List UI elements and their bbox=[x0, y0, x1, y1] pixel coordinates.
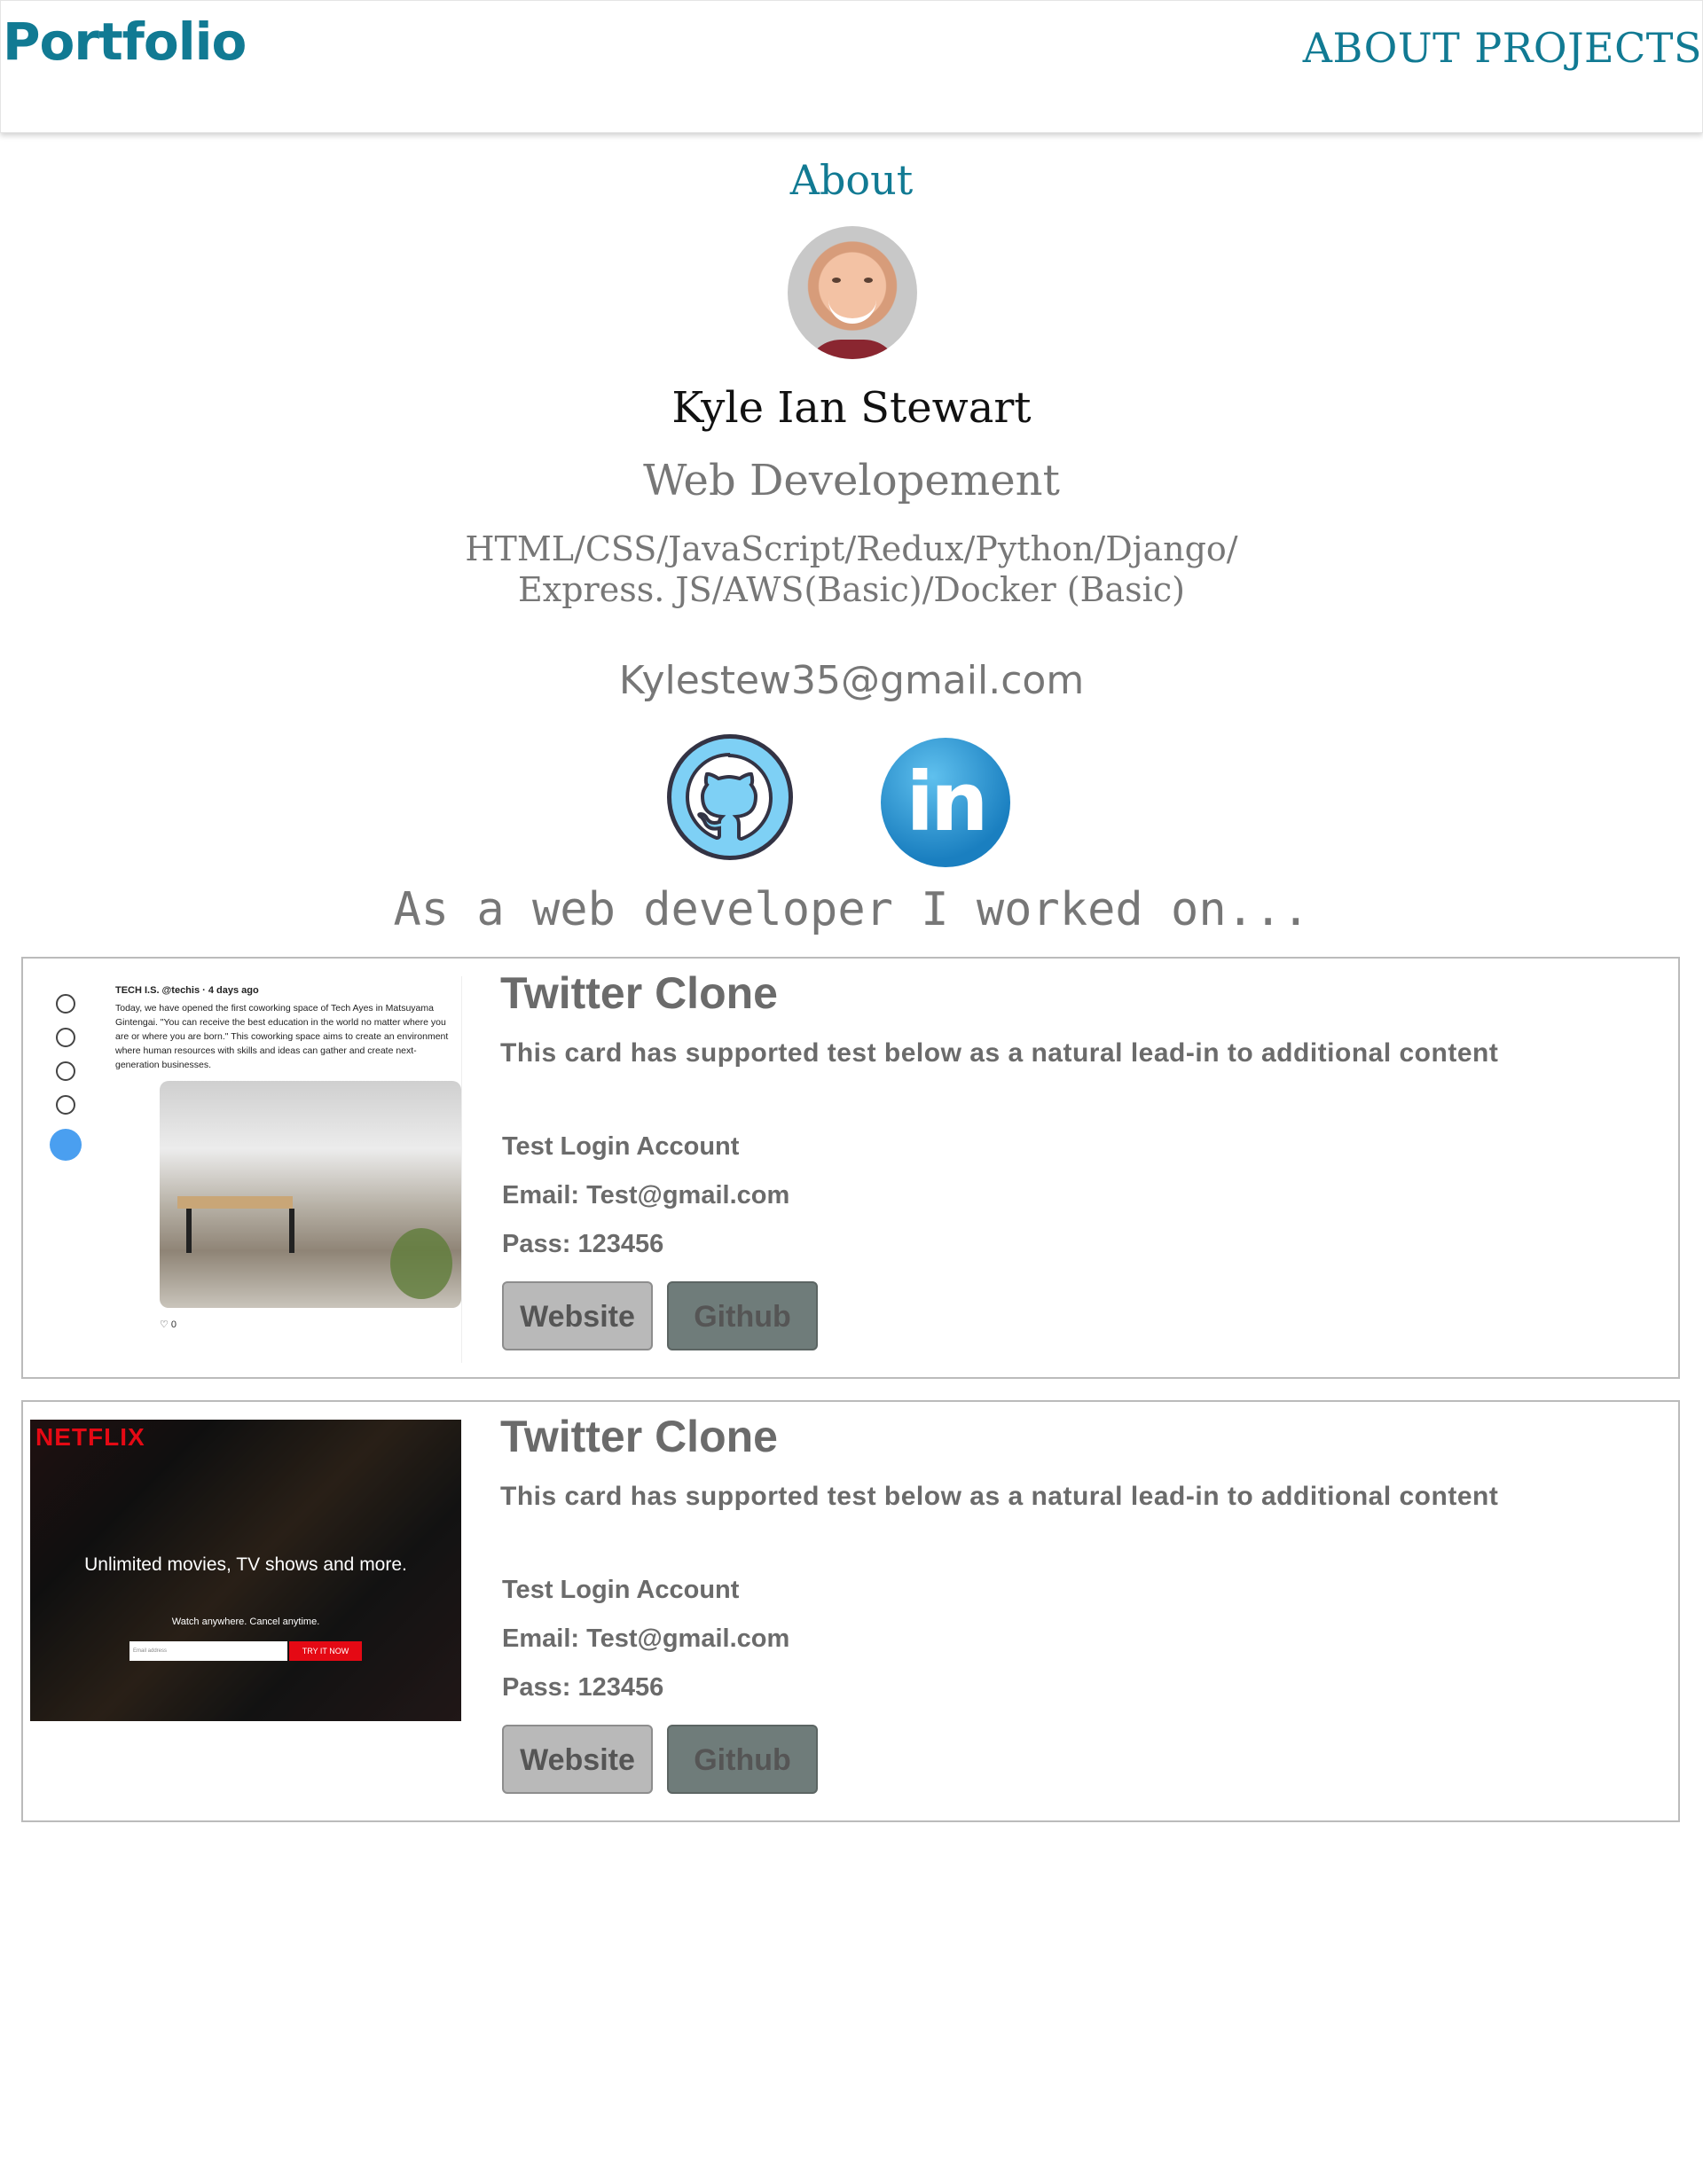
project-thumbnail: NETFLIX Unlimited movies, TV shows and m… bbox=[30, 1420, 461, 1721]
skills-line: Express. JS/AWS(Basic)/Docker (Basic) bbox=[518, 570, 1185, 609]
card-title: Twitter Clone bbox=[500, 968, 778, 1018]
linkedin-icon[interactable]: in bbox=[881, 738, 1010, 867]
profile-email[interactable]: Kylestew35@gmail.com bbox=[0, 658, 1703, 703]
photo-plant bbox=[390, 1228, 452, 1299]
nav-about-link[interactable]: ABOUT bbox=[1303, 24, 1461, 72]
projects-intro: As a web developer I worked on... bbox=[393, 883, 1310, 936]
website-button[interactable]: Website bbox=[502, 1725, 653, 1794]
github-button[interactable]: Github bbox=[667, 1725, 818, 1794]
project-thumbnail: TECH I.S. @techis · 4 days ago Today, we… bbox=[30, 976, 462, 1363]
brand-logo[interactable]: Portfolio bbox=[3, 12, 247, 72]
search-icon bbox=[56, 1028, 75, 1047]
netflix-headline: Unlimited movies, TV shows and more. bbox=[84, 1554, 407, 1575]
test-account-pass: Pass: 123456 bbox=[502, 1230, 664, 1258]
netflix-email-input: Email address bbox=[129, 1641, 287, 1661]
about-heading: About bbox=[789, 156, 914, 204]
card-title: Twitter Clone bbox=[500, 1412, 778, 1461]
photo-table bbox=[177, 1196, 294, 1253]
test-account-label: Test Login Account bbox=[502, 1576, 740, 1604]
netflix-cta-button: TRY IT NOW bbox=[289, 1641, 362, 1661]
project-card: NETFLIX Unlimited movies, TV shows and m… bbox=[21, 1400, 1680, 1822]
github-icon[interactable] bbox=[667, 734, 793, 860]
tweet: TECH I.S. @techis · 4 days ago Today, we… bbox=[115, 985, 452, 1072]
home-icon bbox=[56, 994, 75, 1014]
compose-icon bbox=[50, 1129, 82, 1161]
tweet-photo bbox=[160, 1081, 461, 1308]
test-account-email: Email: Test@gmail.com bbox=[502, 1181, 790, 1209]
nav-projects-link[interactable]: PROJECTS bbox=[1474, 24, 1702, 72]
profile-skills: HTML/CSS/JavaScript/Redux/Python/Django/… bbox=[0, 528, 1703, 610]
profile-icon bbox=[56, 1095, 75, 1115]
avatar bbox=[788, 226, 917, 359]
avatar-eye bbox=[832, 278, 841, 283]
tweet-handle: TECH I.S. @techis · 4 days ago bbox=[115, 985, 259, 996]
website-button[interactable]: Website bbox=[502, 1281, 653, 1350]
top-navbar: Portfolio ABOUT PROJECTS bbox=[0, 0, 1703, 133]
profile-role: Web Developement bbox=[643, 456, 1060, 505]
github-button[interactable]: Github bbox=[667, 1281, 818, 1350]
bell-icon bbox=[56, 1061, 75, 1081]
skills-line: HTML/CSS/JavaScript/Redux/Python/Django/ bbox=[465, 529, 1238, 568]
card-text: This card has supported test below as a … bbox=[500, 1038, 1499, 1068]
netflix-subheadline: Watch anywhere. Cancel anytime. bbox=[171, 1616, 320, 1627]
github-octocat-icon bbox=[685, 753, 773, 842]
test-account-label: Test Login Account bbox=[502, 1132, 740, 1161]
test-account-email: Email: Test@gmail.com bbox=[502, 1624, 790, 1653]
avatar-eye bbox=[864, 278, 873, 283]
avatar-smile bbox=[828, 299, 876, 324]
profile-name: Kyle Ian Stewart bbox=[671, 383, 1032, 433]
twitter-sidebar bbox=[48, 985, 83, 1162]
test-account-pass: Pass: 123456 bbox=[502, 1673, 664, 1702]
netflix-logo: NETFLIX bbox=[35, 1423, 145, 1451]
project-card: TECH I.S. @techis · 4 days ago Today, we… bbox=[21, 957, 1680, 1379]
tweet-likes: ♡ 0 bbox=[160, 1319, 177, 1330]
card-text: This card has supported test below as a … bbox=[500, 1482, 1499, 1511]
avatar-shirt bbox=[805, 340, 899, 359]
tweet-text: Today, we have opened the first coworkin… bbox=[115, 1003, 449, 1070]
nav-links: ABOUT PROJECTS bbox=[1303, 24, 1702, 72]
